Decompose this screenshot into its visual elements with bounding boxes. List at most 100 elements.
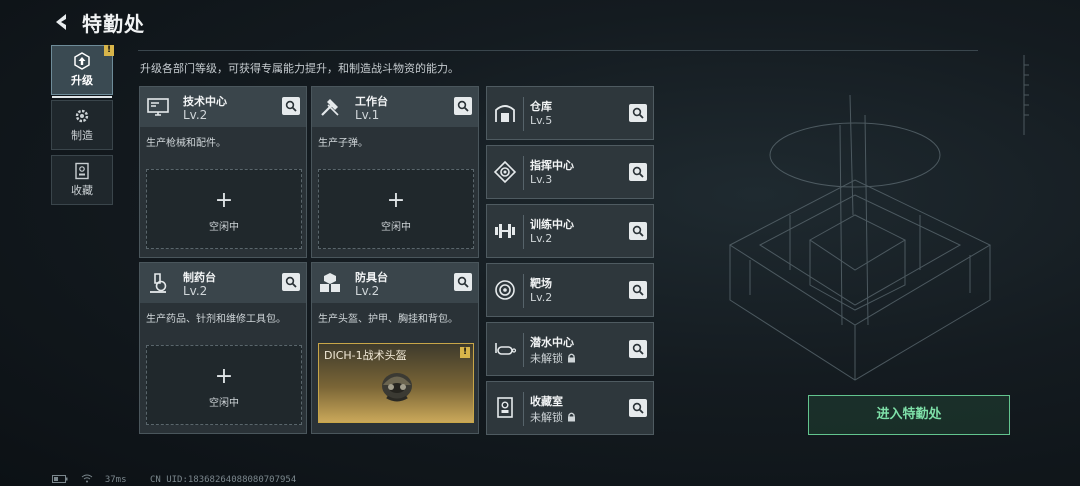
status-bar: 37ms CN UID:18368264088080707954 — [52, 474, 314, 485]
search-icon — [632, 225, 644, 237]
tab-craft[interactable]: 制造 — [51, 100, 113, 150]
microscope-icon — [150, 273, 167, 293]
divider — [523, 215, 524, 249]
facility-status: 未解锁 — [530, 350, 576, 366]
department-name: 防具台 — [355, 271, 388, 284]
chip-icon — [493, 160, 517, 184]
facility-row-shooting-range[interactable]: 靶场 Lv.2 — [486, 263, 654, 317]
department-name: 制药台 — [183, 271, 216, 284]
facility-row-diving-center[interactable]: 潜水中心 未解锁 — [486, 322, 654, 376]
department-level: Lv.2 — [355, 284, 380, 298]
tab-upgrade[interactable]: 升级 ! — [51, 45, 114, 98]
inspect-button[interactable] — [629, 222, 647, 240]
production-slot-item[interactable]: DICH-1战术头盔 ! — [318, 343, 474, 423]
search-icon — [632, 107, 644, 119]
production-slot-empty[interactable]: + 空闲中 — [146, 345, 302, 425]
department-name: 技术中心 — [183, 95, 227, 108]
plus-icon: + — [386, 188, 406, 213]
department-card-tech-center[interactable]: 技术中心 Lv.2 生产枪械和配件。 + 空闲中 — [139, 86, 307, 258]
inspect-button[interactable] — [629, 340, 647, 358]
divider — [523, 392, 524, 426]
facility-row-command-center[interactable]: 指挥中心 Lv.3 — [486, 145, 654, 199]
facility-name: 靶场 — [530, 277, 552, 290]
department-description: 生产药品、针剂和维修工具包。 — [146, 314, 286, 325]
facility-name: 潜水中心 — [530, 336, 574, 349]
department-level: Lv.2 — [183, 284, 208, 298]
divider — [138, 50, 978, 51]
inspect-button[interactable] — [629, 104, 647, 122]
upgrade-icon — [74, 52, 90, 70]
facility-name: 仓库 — [530, 100, 552, 113]
page-subtitle: 升级各部门等级，可获得专属能力提升，和制造战斗物资的能力。 — [140, 62, 459, 75]
inspect-button[interactable] — [629, 399, 647, 417]
diving-mask-icon — [495, 343, 517, 355]
department-card-armor-bench[interactable]: 防具台 Lv.2 生产头盔、护甲、胸挂和背包。 DICH-1战术头盔 ! — [311, 262, 479, 434]
inspect-button[interactable] — [282, 97, 300, 115]
wifi-icon — [82, 474, 93, 483]
inspect-button[interactable] — [454, 273, 472, 291]
card-header: 技术中心 Lv.2 — [140, 87, 306, 127]
inspect-button[interactable] — [454, 97, 472, 115]
user-uid: CN UID:18368264088080707954 — [149, 475, 297, 485]
department-card-workbench[interactable]: 工作台 Lv.1 生产子弹。 + 空闲中 — [311, 86, 479, 258]
ping-value: 37ms — [104, 475, 127, 485]
item-name: DICH-1战术头盔 — [324, 349, 407, 362]
department-description: 生产头盔、护甲、胸挂和背包。 — [318, 314, 458, 325]
department-level: Lv.2 — [183, 108, 208, 122]
facility-name: 训练中心 — [530, 218, 574, 231]
decorative-ticks — [1023, 55, 1029, 135]
divider — [523, 156, 524, 190]
page-title: 特勤处 — [82, 12, 145, 36]
target-icon — [495, 280, 515, 300]
facility-level: Lv.3 — [530, 173, 553, 186]
slot-status: 空闲中 — [209, 222, 239, 233]
facility-level: Lv.2 — [530, 291, 553, 304]
department-description: 生产子弹。 — [318, 138, 368, 149]
plus-icon: + — [214, 188, 234, 213]
search-icon — [632, 343, 644, 355]
tab-label: 收藏 — [71, 184, 93, 197]
card-header: 制药台 Lv.2 — [140, 263, 306, 303]
dumbbell-icon — [495, 224, 515, 238]
card-header: 防具台 Lv.2 — [312, 263, 478, 303]
facility-row-warehouse[interactable]: 仓库 Lv.5 — [486, 86, 654, 140]
department-name: 工作台 — [355, 95, 388, 108]
tab-label: 制造 — [71, 129, 93, 142]
battery-icon — [52, 475, 68, 483]
search-icon — [457, 276, 469, 288]
facility-row-training-center[interactable]: 训练中心 Lv.2 — [486, 204, 654, 258]
card-header: 工作台 Lv.1 — [312, 87, 478, 127]
divider — [523, 333, 524, 367]
production-slot-empty[interactable]: + 空闲中 — [318, 169, 474, 249]
top-bar: 特勤处 — [0, 0, 1080, 44]
production-slot-empty[interactable]: + 空闲中 — [146, 169, 302, 249]
base-wireframe-illustration — [729, 95, 992, 381]
slot-status: 空闲中 — [209, 398, 239, 409]
department-description: 生产枪械和配件。 — [146, 138, 226, 149]
facility-level: Lv.5 — [530, 114, 553, 127]
inspect-button[interactable] — [629, 163, 647, 181]
helmet-icon — [382, 373, 412, 402]
divider — [523, 97, 524, 131]
facility-name: 收藏室 — [530, 395, 563, 408]
tab-collection[interactable]: 收藏 — [51, 155, 113, 205]
search-icon — [457, 100, 469, 112]
search-icon — [632, 284, 644, 296]
department-card-pharmacy[interactable]: 制药台 Lv.2 生产药品、针剂和维修工具包。 + 空闲中 — [139, 262, 307, 434]
gear-icon — [75, 109, 89, 123]
inspect-button[interactable] — [629, 281, 647, 299]
inspect-button[interactable] — [282, 273, 300, 291]
search-icon — [285, 100, 297, 112]
enter-special-ops-button[interactable]: 进入特勤处 — [808, 395, 1010, 435]
back-arrow-icon[interactable] — [52, 12, 72, 32]
lock-icon — [568, 412, 575, 422]
slot-status: 空闲中 — [381, 222, 411, 233]
locked-text: 未解锁 — [530, 352, 563, 365]
alert-badge: ! — [104, 45, 114, 56]
department-level: Lv.1 — [355, 108, 380, 122]
display-case-icon — [497, 397, 513, 418]
alert-badge: ! — [460, 347, 470, 358]
facility-row-collection-room[interactable]: 收藏室 未解锁 — [486, 381, 654, 435]
search-icon — [632, 402, 644, 414]
tab-label: 升级 — [71, 74, 93, 87]
